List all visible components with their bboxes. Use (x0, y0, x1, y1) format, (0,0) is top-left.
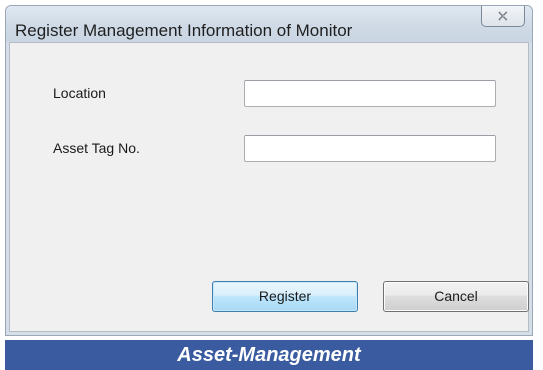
location-input[interactable] (244, 80, 496, 107)
caption-banner: Asset-Management (5, 340, 533, 370)
asset-tag-label: Asset Tag No. (53, 140, 140, 156)
register-button[interactable]: Register (212, 281, 358, 312)
dialog-titlebar: Register Management Information of Monit… (6, 6, 532, 42)
cancel-button[interactable]: Cancel (383, 281, 529, 312)
register-dialog: Register Management Information of Monit… (5, 5, 533, 336)
screenshot-page: Register Management Information of Monit… (0, 0, 543, 370)
close-icon (498, 11, 508, 21)
dialog-title: Register Management Information of Monit… (15, 21, 353, 40)
dialog-body: Location Asset Tag No. Register Cancel (9, 42, 529, 332)
close-button[interactable] (481, 6, 525, 27)
asset-tag-input[interactable] (244, 135, 496, 162)
location-label: Location (53, 85, 106, 101)
